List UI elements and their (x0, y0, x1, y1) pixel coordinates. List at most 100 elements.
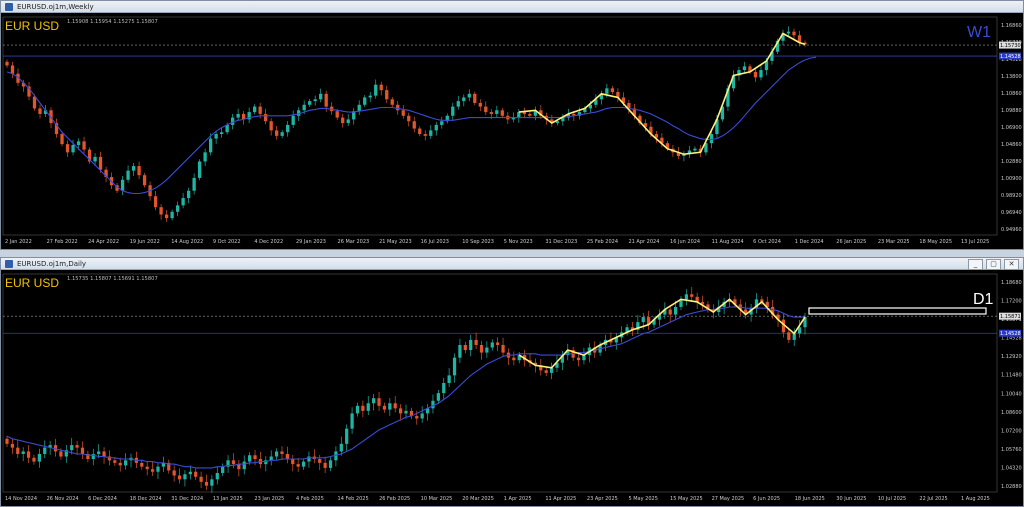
candle-body (5, 438, 9, 444)
candle-body (742, 66, 747, 71)
candle-body (286, 124, 290, 133)
candle-body (93, 156, 97, 162)
candle-body (59, 451, 63, 457)
candle-body (76, 141, 81, 146)
candle-body (440, 121, 444, 125)
date-tick-label: 19 Jun 2022 (130, 239, 160, 245)
date-tick-label: 26 Jan 2025 (836, 239, 866, 245)
date-tick-label: 21 Apr 2024 (628, 239, 659, 245)
candle-body (291, 115, 295, 125)
candle-body (382, 405, 387, 410)
date-tick-label: 4 Feb 2025 (296, 496, 324, 502)
candle-body (258, 106, 262, 114)
candle-body (118, 462, 122, 466)
candle-body (357, 104, 361, 112)
candle-body (145, 466, 149, 470)
candle-body (786, 31, 791, 34)
candle-body (404, 410, 408, 414)
maximize-button[interactable]: ▢ (986, 259, 1001, 270)
chart-canvas-weekly[interactable]: 1.15908 1.15954 1.15275 1.15807 EUR USD W1… (1, 13, 1023, 249)
date-tick-label: 1 Dec 2024 (795, 239, 824, 245)
candle-body (467, 93, 471, 98)
date-tick-label: 16 Jul 2023 (421, 239, 449, 245)
candle-body (194, 471, 198, 477)
candle-body (32, 96, 37, 109)
candle-body (641, 317, 645, 323)
candle-body (442, 383, 446, 394)
window-titlebar[interactable]: EURUSD.oj1m,Daily _ ▢ ✕ (1, 258, 1023, 270)
date-tick-label: 6 Oct 2024 (753, 239, 781, 245)
candle-body (361, 405, 365, 411)
price-tick-label: 1.06900 (1001, 125, 1022, 131)
candle-body (390, 99, 394, 105)
candle-body (296, 464, 300, 467)
date-tick-label: 10 Sep 2023 (462, 239, 494, 245)
chart-canvas-daily[interactable]: 1.15735 1.15807 1.15691 1.15807 EUR USD D1… (1, 270, 1023, 506)
price-tick-label: 0.96940 (1001, 210, 1022, 216)
date-tick-label: 14 Nov 2024 (5, 496, 37, 502)
candle-body (377, 398, 381, 406)
candle-body (495, 110, 499, 114)
candle-body (458, 344, 462, 358)
date-tick-label: 23 Apr 2025 (587, 496, 618, 502)
date-tick-label: 18 Dec 2024 (130, 496, 162, 502)
date-tick-label: 27 May 2025 (712, 496, 745, 502)
price-tick-label: 1.17200 (1001, 299, 1022, 305)
candle-body (753, 71, 758, 78)
date-tick-label: 13 Jul 2025 (961, 239, 989, 245)
date-tick-label: 6 Dec 2024 (88, 496, 117, 502)
candle-body (398, 408, 403, 414)
price-tick-label: 1.02880 (1001, 159, 1022, 165)
date-tick-label: 11 Apr 2025 (545, 496, 576, 502)
candle-body (328, 460, 333, 468)
candle-body (484, 106, 488, 113)
candle-body (37, 453, 41, 462)
window-title: EURUSD.oj1m,Daily (17, 260, 87, 268)
candle-body (690, 294, 694, 297)
candle-body (98, 156, 103, 170)
candle-body (792, 31, 796, 36)
candle-body (186, 190, 191, 199)
price-tick-label: 1.13800 (1001, 74, 1022, 80)
candle-body (131, 166, 136, 171)
candle-body (124, 460, 128, 466)
candle-body (379, 84, 383, 91)
candle-body (517, 112, 521, 118)
close-button[interactable]: ✕ (1004, 259, 1019, 270)
candle-body (142, 175, 147, 186)
date-tick-label: 31 Dec 2023 (545, 239, 577, 245)
date-tick-label: 11 Aug 2024 (712, 239, 744, 245)
date-tick-label: 26 Nov 2024 (47, 496, 79, 502)
date-tick-label: 18 Jun 2025 (795, 496, 825, 502)
candle-body (97, 451, 101, 454)
candle-body (385, 90, 389, 100)
candle-body (248, 455, 252, 462)
candle-body (469, 339, 473, 351)
candle-body (197, 161, 202, 178)
candle-body (462, 97, 466, 102)
date-tick-label: 9 Oct 2022 (213, 239, 241, 245)
price-tick-label: 1.02880 (1001, 484, 1022, 490)
candle-body (264, 113, 268, 122)
candle-body (153, 196, 158, 208)
price-tick-label: 0.94960 (1001, 227, 1022, 233)
candle-body (140, 462, 144, 467)
candle-body (759, 70, 763, 78)
window-titlebar[interactable]: EURUSD.oj1m,Weekly (1, 1, 1023, 13)
price-tick-label: 1.00900 (1001, 176, 1022, 182)
price-tick-label: 1.11480 (1001, 373, 1022, 379)
chart-window-weekly[interactable]: EURUSD.oj1m,Weekly 1.15908 1.15954 1.152… (0, 0, 1024, 250)
candle-body (323, 462, 327, 468)
candle-body (350, 413, 354, 429)
candle-body (478, 102, 482, 107)
minimize-button[interactable]: _ (968, 259, 983, 270)
candle-body (709, 134, 714, 144)
timeframe-label: D1 (973, 291, 994, 308)
candle-body (668, 309, 672, 315)
candle-body (544, 370, 548, 373)
date-tick-label: 23 Jan 2025 (254, 496, 284, 502)
chart-window-daily[interactable]: EURUSD.oj1m,Daily _ ▢ ✕ 1.15735 1.15807 … (0, 257, 1024, 507)
date-tick-label: 25 Feb 2024 (587, 239, 618, 245)
candle-body (452, 357, 457, 376)
price-tick-label: 1.08600 (1001, 410, 1022, 416)
